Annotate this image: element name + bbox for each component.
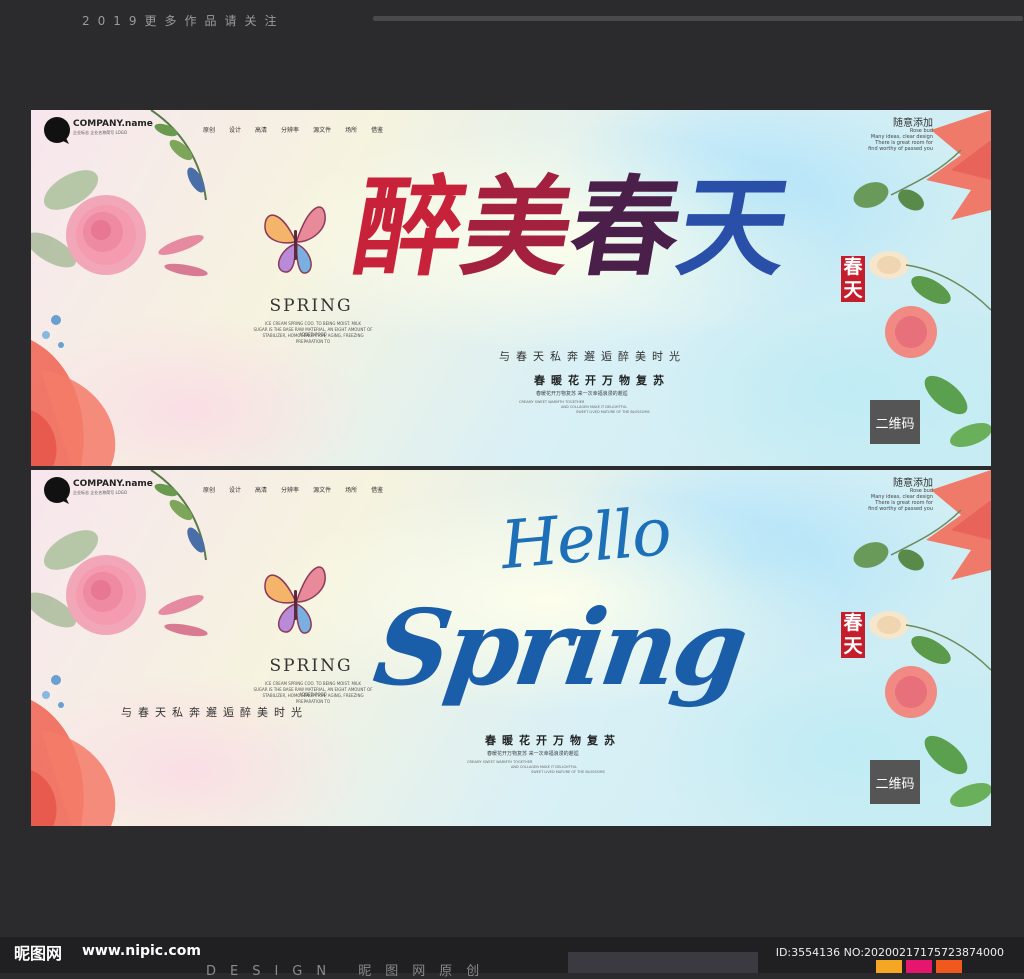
swatch-orange (876, 960, 902, 973)
tiny-text: CREAMY SWEET WARMTH TOGETHER (519, 400, 585, 404)
tiny-text: AND COLLAGEN MAKE IT DELIGHTFUL (511, 765, 578, 769)
red-seal-stamp: 春 天 (841, 256, 865, 302)
nav-item: 高清 (255, 487, 268, 494)
top-right-line: find worthy of passed you (868, 506, 933, 512)
nav-item: 源文件 (313, 127, 332, 134)
butterfly-icon (264, 206, 326, 274)
en-text-line: STABILIZER, HOMOGENIZATION, AGING, FREEZ… (262, 333, 364, 338)
nav-item: 高清 (255, 127, 268, 134)
en-text-line: STABILIZER, HOMOGENIZATION, AGING, FREEZ… (262, 693, 364, 698)
subtitle-small: 春暖花开万物复苏 来一次幸福浪漫的邂逅 (487, 751, 579, 757)
spring-label: SPRING (269, 656, 353, 676)
nav-item: 分辨率 (281, 487, 300, 494)
tiny-text: SWEET LIVED MATURE OF THE BLOSSOMS (531, 770, 605, 774)
banner-hello-spring: COMPANY.name 企业标志 企业名称简写 LOGO 原创 设计 高清 分… (31, 470, 991, 826)
top-right-title: 随意添加 (893, 478, 933, 489)
design-caption: DESIGN 昵图网原创 (206, 964, 494, 979)
nav-item: 借鉴 (371, 127, 384, 134)
top-bar (373, 16, 1023, 21)
left-flower-decoration (31, 470, 208, 826)
left-flower-decoration (31, 110, 208, 466)
tagline: 与春天私奔邂逅醉美时光 (499, 350, 686, 363)
top-right-line: find worthy of passed you (868, 146, 933, 152)
company-name: COMPANY.name (73, 119, 153, 129)
seal-char: 春 (843, 612, 863, 634)
seal-char: 春 (843, 256, 863, 278)
red-seal-stamp: 春 天 (841, 612, 865, 658)
nav-item: 源文件 (313, 487, 332, 494)
nipic-logo: 昵图网 (14, 944, 63, 963)
color-swatches (876, 960, 962, 973)
swatch-red-orange (936, 960, 962, 973)
footer-dark-panel (568, 952, 758, 973)
subtitle-bold: 春暖花开万物复苏 (485, 734, 621, 747)
nav-item: 设计 (229, 487, 242, 494)
main-title-chinese: 醉 美 春 天 (344, 165, 800, 291)
en-text-line: ICE CREAM SPRING COO. TO BEING MOIST. MI… (264, 681, 362, 686)
nav-row: 原创 设计 高清 分辨率 源文件 场所 借鉴 (203, 485, 383, 494)
subtitle-small: 春暖花开万物复苏 来一次幸福浪漫的邂逅 (536, 391, 628, 397)
qr-code-placeholder: 二维码 (870, 760, 920, 804)
nav-item: 场所 (345, 487, 358, 494)
tiny-text: SWEET LIVED MATURE OF THE BLOSSOMS (576, 410, 650, 414)
seal-char: 天 (843, 279, 863, 301)
company-name: COMPANY.name (73, 479, 153, 489)
spring-label: SPRING (269, 296, 353, 316)
tiny-text: AND COLLAGEN MAKE IT DELIGHTFUL (561, 405, 628, 409)
nav-item: 原创 (203, 487, 216, 494)
nav-item: 借鉴 (371, 487, 384, 494)
tagline: 与春天私奔邂逅醉美时光 (121, 706, 308, 719)
butterfly-icon (264, 566, 326, 634)
tiny-text: CREAMY SWEET WARMTH TOGETHER (467, 760, 533, 764)
en-text-line: ICE CREAM SPRING COO. TO BEING MOIST. MI… (264, 321, 362, 326)
banner-zuimei: COMPANY.name 企业标志 企业名称简写 LOGO 原创 设计 高清 分… (31, 110, 991, 466)
title-char: 春 (560, 165, 692, 291)
nav-item: 场所 (345, 127, 358, 134)
nav-item: 设计 (229, 127, 242, 134)
top-caption: 2019更多作品请关注 (82, 14, 285, 28)
nav-item: 分辨率 (281, 127, 300, 134)
spring-script-title: Spring (367, 586, 752, 709)
title-char: 美 (452, 165, 584, 291)
company-logo-icon (44, 117, 70, 144)
title-char: 天 (668, 165, 800, 291)
company-subtitle: 企业标志 企业名称简写 LOGO (73, 130, 128, 135)
image-id-text: ID:3554136 NO:20200217175723874000 (775, 946, 1004, 959)
seal-char: 天 (843, 635, 863, 657)
nipic-url-link[interactable]: www.nipic.com (82, 943, 201, 959)
swatch-magenta (906, 960, 932, 973)
qr-code-placeholder: 二维码 (870, 400, 920, 444)
hello-script-title: Hello (497, 492, 673, 585)
nav-item: 原创 (203, 127, 216, 134)
company-logo-icon (44, 477, 70, 504)
en-text-line: PREPARATION TO (295, 339, 331, 344)
company-subtitle: 企业标志 企业名称简写 LOGO (73, 490, 128, 495)
subtitle-bold: 春暖花开万物复苏 (534, 374, 670, 387)
title-char: 醉 (344, 165, 476, 291)
top-right-title: 随意添加 (893, 118, 933, 129)
nav-row: 原创 设计 高清 分辨率 源文件 场所 借鉴 (203, 125, 383, 134)
